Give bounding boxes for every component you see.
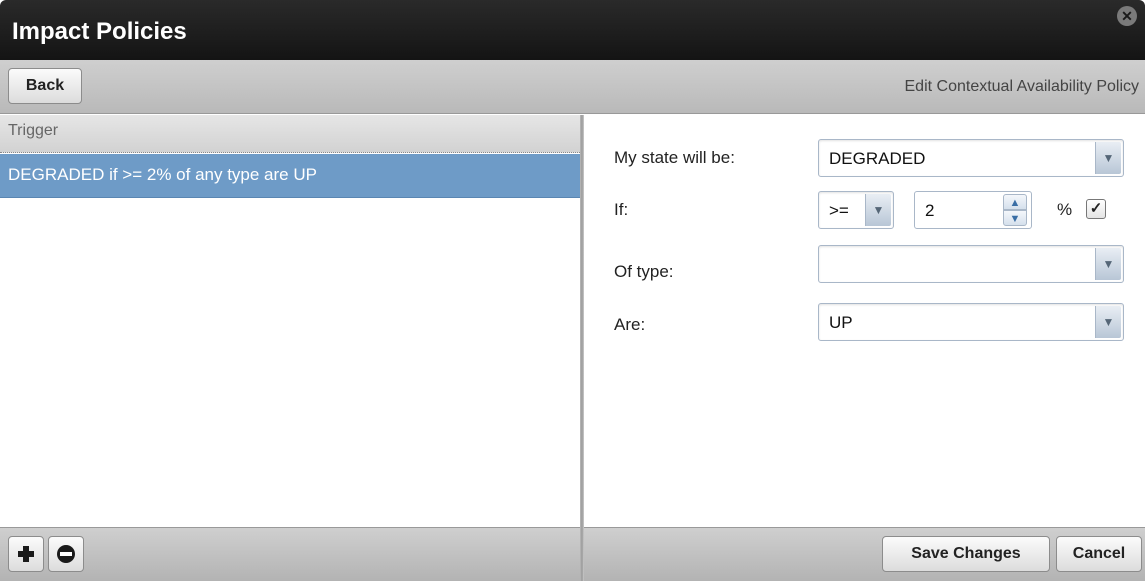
chevron-down-icon: ▼ bbox=[1095, 142, 1121, 174]
toolbar: Back Edit Contextual Availability Policy bbox=[0, 60, 1145, 114]
chevron-up-icon[interactable]: ▲ bbox=[1003, 194, 1027, 210]
list-actions-bar bbox=[0, 527, 580, 581]
close-icon[interactable]: ✕ bbox=[1117, 6, 1137, 26]
trigger-column-header[interactable]: Trigger bbox=[0, 115, 580, 153]
threshold-stepper[interactable]: 2 ▲ ▼ bbox=[914, 191, 1032, 229]
state-select-value: DEGRADED bbox=[829, 149, 926, 168]
back-button[interactable]: Back bbox=[8, 68, 82, 104]
if-label: If: bbox=[614, 200, 629, 219]
threshold-value: 2 bbox=[925, 201, 935, 220]
policy-form: My state will be: DEGRADED ▼ If: >= ▼ 2 … bbox=[584, 115, 1145, 527]
save-changes-button[interactable]: Save Changes bbox=[882, 536, 1050, 572]
form-actions-bar: Save Changes Cancel bbox=[584, 527, 1145, 581]
add-trigger-button[interactable] bbox=[8, 536, 44, 572]
operator-select[interactable]: >= ▼ bbox=[818, 191, 894, 229]
chevron-down-icon: ▼ bbox=[1095, 248, 1121, 280]
window-titlebar: Impact Policies ✕ bbox=[0, 0, 1145, 60]
cancel-button[interactable]: Cancel bbox=[1056, 536, 1142, 572]
trigger-list: Trigger DEGRADED if >= 2% of any type ar… bbox=[0, 115, 580, 527]
trigger-column-header-label: Trigger bbox=[8, 122, 59, 139]
trigger-list-item-label: DEGRADED if >= 2% of any type are UP bbox=[8, 165, 317, 184]
minus-circle-icon bbox=[57, 545, 75, 563]
type-label: Of type: bbox=[614, 262, 674, 281]
are-select-value: UP bbox=[829, 313, 853, 332]
toolbar-caption: Edit Contextual Availability Policy bbox=[904, 78, 1140, 95]
type-select[interactable]: ▼ bbox=[818, 245, 1124, 283]
operator-select-value: >= bbox=[829, 201, 849, 220]
chevron-down-icon: ▼ bbox=[865, 194, 891, 226]
state-select[interactable]: DEGRADED ▼ bbox=[818, 139, 1124, 177]
percent-label: % bbox=[1057, 200, 1073, 219]
are-select[interactable]: UP ▼ bbox=[818, 303, 1124, 341]
chevron-down-icon: ▼ bbox=[1095, 306, 1121, 338]
window-title: Impact Policies bbox=[12, 18, 187, 45]
checkmark-icon: ✓ bbox=[1089, 200, 1103, 217]
plus-icon bbox=[18, 546, 34, 562]
chevron-down-icon[interactable]: ▼ bbox=[1003, 210, 1027, 226]
percent-checkbox[interactable]: ✓ bbox=[1086, 199, 1106, 219]
trigger-list-item[interactable]: DEGRADED if >= 2% of any type are UP bbox=[0, 154, 580, 198]
remove-trigger-button[interactable] bbox=[48, 536, 84, 572]
state-label: My state will be: bbox=[614, 148, 735, 167]
are-label: Are: bbox=[614, 315, 646, 334]
